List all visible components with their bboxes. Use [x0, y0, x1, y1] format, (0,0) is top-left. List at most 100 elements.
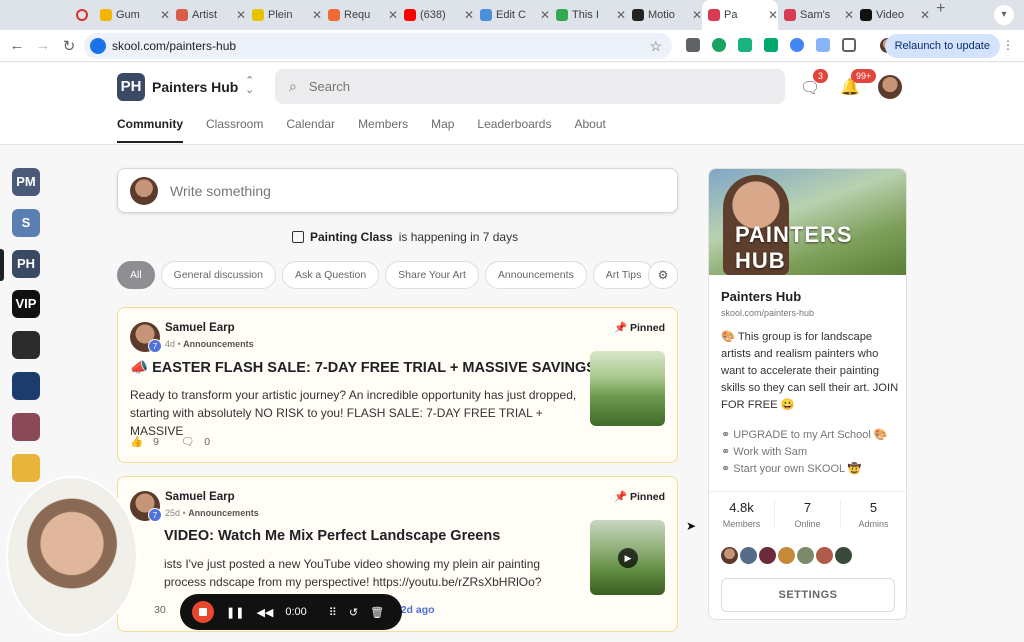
chip-share-your-art[interactable]: Share Your Art — [385, 261, 479, 289]
comment-icon[interactable]: 🗨 — [181, 435, 194, 448]
browser-tab[interactable]: Artist ✕ — [170, 0, 246, 30]
browser-tab[interactable]: This I ✕ — [550, 0, 626, 30]
pause-icon[interactable]: ❚❚ — [226, 606, 244, 619]
member-avatar[interactable] — [778, 547, 795, 564]
browser-tab-active[interactable]: Pa ✕ — [702, 0, 778, 30]
post-category[interactable]: Announcements — [188, 508, 259, 518]
member-avatar[interactable] — [816, 547, 833, 564]
search-input[interactable] — [308, 79, 729, 94]
like-icon[interactable]: 👍 — [130, 435, 143, 448]
group-icon[interactable] — [12, 331, 40, 360]
forward-icon[interactable]: → — [30, 37, 56, 54]
tab-classroom[interactable]: Classroom — [206, 117, 263, 143]
group-icon-ph[interactable]: PH — [12, 249, 40, 278]
group-icon-pm[interactable]: PM — [12, 168, 40, 196]
stat-admins[interactable]: 5 Admins — [841, 500, 906, 529]
close-tab-icon[interactable]: ✕ — [540, 8, 550, 22]
tab-leaderboards[interactable]: Leaderboards — [477, 117, 551, 143]
close-tab-icon[interactable]: ✕ — [920, 8, 930, 22]
group-logo[interactable]: PH — [117, 73, 145, 101]
post-title[interactable]: VIDEO: Watch Me Mix Perfect Landscape Gr… — [164, 528, 614, 544]
browser-tab[interactable]: Video ✕ — [854, 0, 930, 30]
post-video-thumbnail[interactable]: ▶ — [590, 520, 665, 595]
event-banner[interactable]: Painting Class is happening in 7 days — [292, 230, 518, 244]
member-avatar[interactable] — [721, 547, 738, 564]
play-icon[interactable]: ▶ — [618, 548, 638, 568]
link-upgrade[interactable]: ⚭ UPGRADE to my Art School 🎨 — [721, 427, 888, 444]
relaunch-button[interactable]: Relaunch to update — [884, 34, 1000, 58]
browser-menu-icon[interactable]: ⋮ — [1002, 38, 1014, 52]
close-tab-icon[interactable]: ✕ — [160, 8, 170, 22]
group-name[interactable]: Painters Hub — [152, 79, 238, 95]
site-info-icon[interactable] — [90, 38, 106, 54]
group-icon-s[interactable]: S — [12, 208, 40, 237]
group-icon[interactable] — [12, 371, 40, 400]
tab-map[interactable]: Map — [431, 117, 454, 143]
close-tab-icon[interactable]: ✕ — [844, 8, 854, 22]
post-title[interactable]: 📣 EASTER FLASH SALE: 7-DAY FREE TRIAL + … — [130, 359, 596, 376]
settings-button[interactable]: SETTINGS — [721, 578, 895, 612]
tab-members[interactable]: Members — [358, 117, 408, 143]
back-icon[interactable]: ← — [4, 37, 30, 54]
stat-online[interactable]: 7 Online — [775, 500, 841, 529]
member-avatar[interactable] — [759, 547, 776, 564]
browser-tab[interactable]: Edit C ✕ — [474, 0, 550, 30]
group-switcher-icon[interactable]: ⌃ ⌄ — [245, 76, 254, 96]
event-name[interactable]: Painting Class — [310, 230, 393, 244]
stop-record-button[interactable] — [192, 601, 214, 623]
chip-ask-a-question[interactable]: Ask a Question — [281, 261, 380, 289]
search-bar[interactable]: ⌕ — [275, 69, 785, 104]
author-name[interactable]: Samuel Earp — [165, 322, 235, 334]
group-icon-vip[interactable]: VIP — [12, 290, 40, 319]
browser-tab[interactable]: Requ ✕ — [322, 0, 398, 30]
group-icon[interactable] — [12, 412, 40, 441]
restart-icon[interactable]: ↺ — [349, 606, 358, 619]
chip-general-discussion[interactable]: General discussion — [160, 261, 276, 289]
post-card[interactable]: 7 Samuel Earp 4d • Announcements 📌 Pinne… — [117, 307, 678, 463]
reload-icon[interactable]: ↻ — [56, 37, 82, 55]
close-tab-icon[interactable]: ✕ — [616, 8, 626, 22]
browser-tab[interactable]: Motio ✕ — [626, 0, 702, 30]
close-tab-icon[interactable]: ✕ — [692, 8, 702, 22]
link-work-with-sam[interactable]: ⚭ Work with Sam — [721, 444, 888, 461]
stat-members[interactable]: 4.8k Members — [709, 500, 775, 529]
extension-icon[interactable] — [686, 38, 700, 52]
post-composer[interactable]: Write something — [117, 168, 678, 213]
last-comment-time[interactable]: 2d ago — [401, 604, 435, 616]
post-thumbnail[interactable] — [590, 351, 665, 426]
extension-icon[interactable] — [790, 38, 804, 52]
extension-icon[interactable] — [816, 38, 830, 52]
chip-all[interactable]: All — [117, 261, 155, 289]
extensions-puzzle-icon[interactable] — [842, 38, 856, 52]
address-bar[interactable]: skool.com/painters-hub ☆ — [84, 33, 672, 59]
link-start-skool[interactable]: ⚭ Start your own SKOOL 🤠 — [721, 461, 888, 478]
drag-handle-icon[interactable]: ⠿ — [329, 606, 337, 619]
delete-icon[interactable]: 🗑 — [370, 606, 384, 619]
bookmark-star-icon[interactable]: ☆ — [649, 38, 662, 55]
tab-calendar[interactable]: Calendar — [286, 117, 335, 143]
new-tab-icon[interactable]: + — [936, 0, 945, 30]
tab-community[interactable]: Community — [117, 117, 183, 143]
tab-about[interactable]: About — [574, 117, 605, 143]
browser-tab[interactable]: Plein ✕ — [246, 0, 322, 30]
browser-tab[interactable]: Sam's ✕ — [778, 0, 854, 30]
rewind-icon[interactable]: ◀◀ — [256, 606, 273, 619]
close-tab-icon[interactable]: ✕ — [464, 8, 474, 22]
close-tab-icon[interactable]: ✕ — [388, 8, 398, 22]
close-tab-icon[interactable]: ✕ — [312, 8, 322, 22]
author-name[interactable]: Samuel Earp — [165, 491, 235, 503]
user-avatar[interactable] — [878, 75, 902, 99]
chip-announcements[interactable]: Announcements — [484, 261, 587, 289]
member-avatar[interactable] — [835, 547, 852, 564]
browser-tab[interactable]: Gum ✕ — [94, 0, 170, 30]
tab-search-chevron-icon[interactable]: ▾ — [994, 5, 1014, 25]
extension-icon[interactable] — [738, 38, 752, 52]
close-tab-icon[interactable]: ✕ — [768, 8, 778, 22]
browser-tab[interactable]: (638) ✕ — [398, 0, 474, 30]
post-category[interactable]: Announcements — [183, 339, 254, 349]
close-tab-icon[interactable]: ✕ — [236, 8, 246, 22]
member-avatar[interactable] — [740, 547, 757, 564]
group-icon[interactable] — [12, 453, 40, 482]
member-avatar[interactable] — [797, 547, 814, 564]
extension-icon[interactable] — [764, 38, 778, 52]
